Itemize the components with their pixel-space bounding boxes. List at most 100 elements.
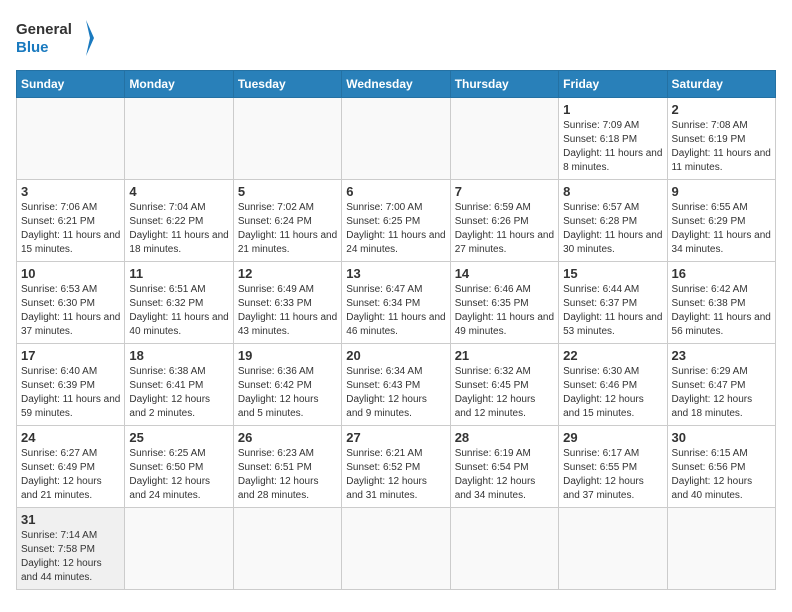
calendar-cell: 23 Sunrise: 6:29 AM Sunset: 6:47 PM Dayli… bbox=[667, 344, 775, 426]
day-number: 22 bbox=[563, 348, 662, 363]
calendar-cell: 22 Sunrise: 6:30 AM Sunset: 6:46 PM Dayli… bbox=[559, 344, 667, 426]
calendar: SundayMondayTuesdayWednesdayThursdayFrid… bbox=[16, 70, 776, 590]
calendar-cell: 11 Sunrise: 6:51 AM Sunset: 6:32 PM Dayli… bbox=[125, 262, 233, 344]
day-info: Sunrise: 6:38 AM Sunset: 6:41 PM Dayligh… bbox=[129, 365, 228, 421]
day-number: 5 bbox=[238, 184, 337, 199]
day-info: Sunrise: 6:32 AM Sunset: 6:45 PM Dayligh… bbox=[455, 365, 554, 421]
day-number: 6 bbox=[346, 184, 445, 199]
day-number: 29 bbox=[563, 430, 662, 445]
day-number: 27 bbox=[346, 430, 445, 445]
day-info: Sunrise: 6:34 AM Sunset: 6:43 PM Dayligh… bbox=[346, 365, 445, 421]
day-number: 31 bbox=[21, 512, 120, 527]
day-number: 9 bbox=[672, 184, 771, 199]
calendar-cell: 19Sunrise: 6:36 AM Sunset: 6:42 PM Dayli… bbox=[233, 344, 341, 426]
day-info: Sunrise: 7:00 AM Sunset: 6:25 PM Dayligh… bbox=[346, 201, 445, 257]
calendar-week-5: 31 Sunrise: 7:14 AM Sunset: 7:58 PM Dayli… bbox=[17, 508, 776, 590]
day-number: 13 bbox=[346, 266, 445, 281]
calendar-cell bbox=[17, 98, 125, 180]
calendar-cell: 21 Sunrise: 6:32 AM Sunset: 6:45 PM Dayli… bbox=[450, 344, 558, 426]
day-number: 19 bbox=[238, 348, 337, 363]
calendar-cell bbox=[342, 98, 450, 180]
header: General Blue bbox=[16, 16, 776, 60]
calendar-cell bbox=[667, 508, 775, 590]
day-info: Sunrise: 6:25 AM Sunset: 6:50 PM Dayligh… bbox=[129, 447, 228, 503]
calendar-cell: 31 Sunrise: 7:14 AM Sunset: 7:58 PM Dayli… bbox=[17, 508, 125, 590]
day-number: 10 bbox=[21, 266, 120, 281]
day-info: Sunrise: 7:06 AM Sunset: 6:21 PM Dayligh… bbox=[21, 201, 120, 257]
day-number: 21 bbox=[455, 348, 554, 363]
calendar-cell: 7Sunrise: 6:59 AM Sunset: 6:26 PM Daylig… bbox=[450, 180, 558, 262]
weekday-header-friday: Friday bbox=[559, 71, 667, 98]
calendar-cell bbox=[125, 508, 233, 590]
day-number: 1 bbox=[563, 102, 662, 117]
day-info: Sunrise: 6:51 AM Sunset: 6:32 PM Dayligh… bbox=[129, 283, 228, 339]
day-info: Sunrise: 7:14 AM Sunset: 7:58 PM Dayligh… bbox=[21, 529, 120, 585]
calendar-cell: 24Sunrise: 6:27 AM Sunset: 6:49 PM Dayli… bbox=[17, 426, 125, 508]
calendar-cell: 1Sunrise: 7:09 AM Sunset: 6:18 PM Daylig… bbox=[559, 98, 667, 180]
day-number: 14 bbox=[455, 266, 554, 281]
day-number: 20 bbox=[346, 348, 445, 363]
calendar-cell: 30Sunrise: 6:15 AM Sunset: 6:56 PM Dayli… bbox=[667, 426, 775, 508]
day-info: Sunrise: 7:02 AM Sunset: 6:24 PM Dayligh… bbox=[238, 201, 337, 257]
calendar-cell: 14 Sunrise: 6:46 AM Sunset: 6:35 PM Dayli… bbox=[450, 262, 558, 344]
calendar-cell: 8 Sunrise: 6:57 AM Sunset: 6:28 PM Daylig… bbox=[559, 180, 667, 262]
calendar-cell bbox=[233, 508, 341, 590]
calendar-cell bbox=[450, 508, 558, 590]
day-info: Sunrise: 6:19 AM Sunset: 6:54 PM Dayligh… bbox=[455, 447, 554, 503]
calendar-cell: 26 Sunrise: 6:23 AM Sunset: 6:51 PM Dayli… bbox=[233, 426, 341, 508]
calendar-cell: 25Sunrise: 6:25 AM Sunset: 6:50 PM Dayli… bbox=[125, 426, 233, 508]
calendar-cell: 4Sunrise: 7:04 AM Sunset: 6:22 PM Daylig… bbox=[125, 180, 233, 262]
day-number: 11 bbox=[129, 266, 228, 281]
calendar-cell: 13 Sunrise: 6:47 AM Sunset: 6:34 PM Dayli… bbox=[342, 262, 450, 344]
day-info: Sunrise: 6:15 AM Sunset: 6:56 PM Dayligh… bbox=[672, 447, 771, 503]
day-info: Sunrise: 6:29 AM Sunset: 6:47 PM Dayligh… bbox=[672, 365, 771, 421]
day-number: 12 bbox=[238, 266, 337, 281]
day-info: Sunrise: 6:30 AM Sunset: 6:46 PM Dayligh… bbox=[563, 365, 662, 421]
logo-svg: General Blue bbox=[16, 16, 96, 60]
calendar-cell: 20 Sunrise: 6:34 AM Sunset: 6:43 PM Dayli… bbox=[342, 344, 450, 426]
weekday-header-row: SundayMondayTuesdayWednesdayThursdayFrid… bbox=[17, 71, 776, 98]
weekday-header-wednesday: Wednesday bbox=[342, 71, 450, 98]
day-number: 8 bbox=[563, 184, 662, 199]
calendar-cell: 6 Sunrise: 7:00 AM Sunset: 6:25 PM Daylig… bbox=[342, 180, 450, 262]
calendar-cell bbox=[233, 98, 341, 180]
calendar-week-2: 10 Sunrise: 6:53 AM Sunset: 6:30 PM Dayli… bbox=[17, 262, 776, 344]
svg-text:General: General bbox=[16, 21, 72, 38]
calendar-cell: 3 Sunrise: 7:06 AM Sunset: 6:21 PM Daylig… bbox=[17, 180, 125, 262]
day-info: Sunrise: 6:57 AM Sunset: 6:28 PM Dayligh… bbox=[563, 201, 662, 257]
day-info: Sunrise: 6:23 AM Sunset: 6:51 PM Dayligh… bbox=[238, 447, 337, 503]
calendar-cell: 17Sunrise: 6:40 AM Sunset: 6:39 PM Dayli… bbox=[17, 344, 125, 426]
day-info: Sunrise: 6:42 AM Sunset: 6:38 PM Dayligh… bbox=[672, 283, 771, 339]
calendar-cell bbox=[342, 508, 450, 590]
day-number: 26 bbox=[238, 430, 337, 445]
calendar-cell: 12 Sunrise: 6:49 AM Sunset: 6:33 PM Dayli… bbox=[233, 262, 341, 344]
calendar-cell: 9Sunrise: 6:55 AM Sunset: 6:29 PM Daylig… bbox=[667, 180, 775, 262]
day-number: 18 bbox=[129, 348, 228, 363]
day-number: 28 bbox=[455, 430, 554, 445]
calendar-cell: 16Sunrise: 6:42 AM Sunset: 6:38 PM Dayli… bbox=[667, 262, 775, 344]
calendar-cell: 5 Sunrise: 7:02 AM Sunset: 6:24 PM Daylig… bbox=[233, 180, 341, 262]
weekday-header-saturday: Saturday bbox=[667, 71, 775, 98]
day-number: 23 bbox=[672, 348, 771, 363]
day-info: Sunrise: 6:44 AM Sunset: 6:37 PM Dayligh… bbox=[563, 283, 662, 339]
calendar-week-0: 1Sunrise: 7:09 AM Sunset: 6:18 PM Daylig… bbox=[17, 98, 776, 180]
weekday-header-thursday: Thursday bbox=[450, 71, 558, 98]
calendar-cell: 29Sunrise: 6:17 AM Sunset: 6:55 PM Dayli… bbox=[559, 426, 667, 508]
day-info: Sunrise: 6:53 AM Sunset: 6:30 PM Dayligh… bbox=[21, 283, 120, 339]
day-number: 3 bbox=[21, 184, 120, 199]
day-info: Sunrise: 7:08 AM Sunset: 6:19 PM Dayligh… bbox=[672, 119, 771, 175]
logo: General Blue bbox=[16, 16, 96, 60]
weekday-header-tuesday: Tuesday bbox=[233, 71, 341, 98]
day-number: 4 bbox=[129, 184, 228, 199]
calendar-week-4: 24Sunrise: 6:27 AM Sunset: 6:49 PM Dayli… bbox=[17, 426, 776, 508]
calendar-cell: 15 Sunrise: 6:44 AM Sunset: 6:37 PM Dayli… bbox=[559, 262, 667, 344]
calendar-cell: 18 Sunrise: 6:38 AM Sunset: 6:41 PM Dayli… bbox=[125, 344, 233, 426]
day-info: Sunrise: 6:59 AM Sunset: 6:26 PM Dayligh… bbox=[455, 201, 554, 257]
day-info: Sunrise: 6:49 AM Sunset: 6:33 PM Dayligh… bbox=[238, 283, 337, 339]
day-info: Sunrise: 6:47 AM Sunset: 6:34 PM Dayligh… bbox=[346, 283, 445, 339]
calendar-cell bbox=[450, 98, 558, 180]
day-number: 15 bbox=[563, 266, 662, 281]
day-info: Sunrise: 6:46 AM Sunset: 6:35 PM Dayligh… bbox=[455, 283, 554, 339]
day-number: 24 bbox=[21, 430, 120, 445]
day-number: 2 bbox=[672, 102, 771, 117]
